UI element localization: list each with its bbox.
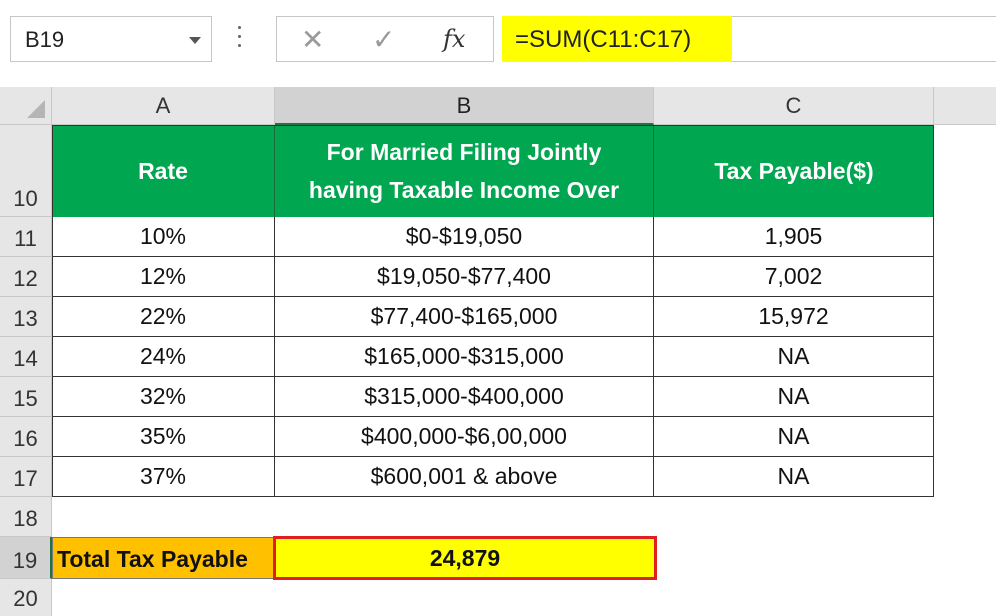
name-box-value: B19 xyxy=(25,27,65,52)
row-header-11[interactable]: 11 xyxy=(0,217,52,257)
table-cell[interactable]: 7,002 xyxy=(654,257,934,297)
row-header-10[interactable]: 10 xyxy=(0,125,52,217)
table-cell[interactable]: 35% xyxy=(52,417,275,457)
total-label[interactable]: Total Tax Payable xyxy=(52,537,275,579)
name-box[interactable]: B19 xyxy=(10,16,212,62)
table-cell[interactable]: $19,050-$77,400 xyxy=(275,257,654,297)
more-options-icon[interactable] xyxy=(236,26,242,54)
cancel-icon[interactable]: ✕ xyxy=(301,23,324,56)
header-income-bracket[interactable]: For Married Filing Jointly having Taxabl… xyxy=(275,125,654,217)
formula-text: =SUM(C11:C17) xyxy=(515,26,692,53)
table-cell[interactable]: 15,972 xyxy=(654,297,934,337)
row-header-13[interactable]: 13 xyxy=(0,297,52,337)
formula-buttons: ✕ ✓ fx xyxy=(276,16,494,62)
table-cell[interactable]: NA xyxy=(654,337,934,377)
insert-function-icon[interactable]: fx xyxy=(443,25,465,53)
row-header-12[interactable]: 12 xyxy=(0,257,52,297)
table-cell[interactable]: 37% xyxy=(52,457,275,497)
table-cell[interactable]: 24% xyxy=(52,337,275,377)
row-header-16[interactable]: 16 xyxy=(0,417,52,457)
column-header-b[interactable]: B xyxy=(275,87,654,125)
table-cell[interactable]: NA xyxy=(654,417,934,457)
column-header-d[interactable] xyxy=(934,87,996,125)
table-cell[interactable]: 22% xyxy=(52,297,275,337)
table-cell[interactable]: $600,001 & above xyxy=(275,457,654,497)
row-header-17[interactable]: 17 xyxy=(0,457,52,497)
formula-bar: B19 ✕ ✓ fx =SUM(C11:C17) xyxy=(0,0,996,88)
table-cell[interactable]: NA xyxy=(654,457,934,497)
row-header-18[interactable]: 18 xyxy=(0,497,52,537)
table-cell[interactable]: 1,905 xyxy=(654,217,934,257)
table-cell[interactable]: $315,000-$400,000 xyxy=(275,377,654,417)
header-rate[interactable]: Rate xyxy=(52,125,275,217)
table-cell[interactable]: $0-$19,050 xyxy=(275,217,654,257)
formula-input[interactable]: =SUM(C11:C17) xyxy=(502,16,996,62)
header-tax-payable[interactable]: Tax Payable($) xyxy=(654,125,934,217)
enter-icon[interactable]: ✓ xyxy=(372,23,395,56)
row-header-20[interactable]: 20 xyxy=(0,579,52,616)
column-header-a[interactable]: A xyxy=(52,87,275,125)
table-cell[interactable]: 10% xyxy=(52,217,275,257)
table-cell[interactable]: NA xyxy=(654,377,934,417)
total-value-cell[interactable]: 24,879 xyxy=(273,536,657,580)
table-cell[interactable]: 32% xyxy=(52,377,275,417)
column-header-c[interactable]: C xyxy=(654,87,934,125)
row-header-19[interactable]: 19 xyxy=(0,537,52,579)
table-cell[interactable]: $77,400-$165,000 xyxy=(275,297,654,337)
table-cell[interactable]: $400,000-$6,00,000 xyxy=(275,417,654,457)
table-cell[interactable]: 12% xyxy=(52,257,275,297)
row-header-14[interactable]: 14 xyxy=(0,337,52,377)
table-cell[interactable]: $165,000-$315,000 xyxy=(275,337,654,377)
row-header-15[interactable]: 15 xyxy=(0,377,52,417)
select-all-button[interactable] xyxy=(0,87,52,125)
chevron-down-icon[interactable] xyxy=(189,37,201,44)
